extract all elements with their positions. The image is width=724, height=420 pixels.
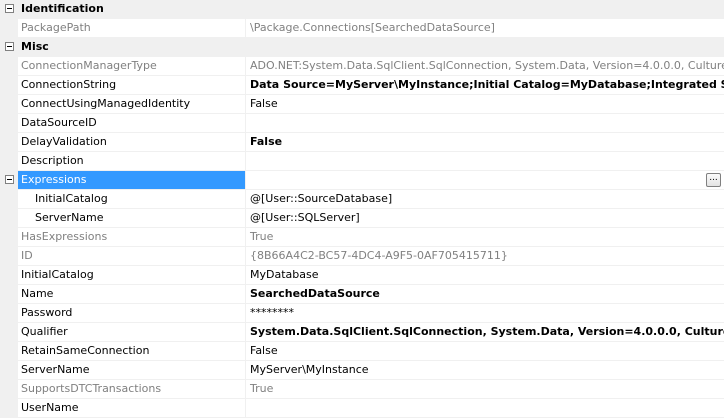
property-value[interactable]: True [246, 228, 724, 246]
property-row-id[interactable]: ID {8B66A4C2-BC57-4DC4-A9F5-0AF705415711… [0, 247, 724, 266]
property-name: UserName [18, 399, 246, 417]
property-value[interactable]: System.Data.SqlClient.SqlConnection, Sys… [246, 323, 724, 341]
property-value[interactable]: False [246, 95, 724, 113]
collapse-minus-icon[interactable] [5, 4, 14, 13]
property-value[interactable]: @[User::SQLServer] [246, 209, 724, 227]
property-name: ServerName [18, 209, 246, 227]
property-row-servername[interactable]: ServerName MyServer\MyInstance [0, 361, 724, 380]
property-row-supportsdtctransactions[interactable]: SupportsDTCTransactions True [0, 380, 724, 399]
collapse-minus-icon[interactable] [5, 175, 14, 184]
category-margin [0, 0, 18, 18]
property-row-expr-servername[interactable]: ServerName @[User::SQLServer] [0, 209, 724, 228]
category-label: Identification [21, 2, 104, 15]
category-label: Misc [21, 40, 49, 53]
property-name: ServerName [18, 361, 246, 379]
property-value[interactable]: SearchedDataSource [246, 285, 724, 303]
property-row-expressions[interactable]: Expressions ... [0, 171, 724, 190]
property-name: PackagePath [18, 19, 246, 37]
property-name: InitialCatalog [18, 190, 246, 208]
property-name: DelayValidation [18, 133, 246, 151]
property-value[interactable]: MyServer\MyInstance [246, 361, 724, 379]
property-value[interactable]: @[User::SourceDatabase] [246, 190, 724, 208]
property-name: InitialCatalog [18, 266, 246, 284]
property-name: SupportsDTCTransactions [18, 380, 246, 398]
property-value[interactable]: ADO.NET:System.Data.SqlClient.SqlConnect… [246, 57, 724, 75]
property-name: Description [18, 152, 246, 170]
property-value[interactable] [246, 114, 724, 132]
category-identification[interactable]: Identification [0, 0, 724, 19]
property-row-retainsameconnection[interactable]: RetainSameConnection False [0, 342, 724, 361]
property-row-packagepath[interactable]: PackagePath \Package.Connections[Searche… [0, 19, 724, 38]
property-name: Expressions [18, 171, 246, 189]
category-margin [0, 38, 18, 56]
property-value[interactable]: {8B66A4C2-BC57-4DC4-A9F5-0AF705415711} [246, 247, 724, 265]
property-row-expr-initialcatalog[interactable]: InitialCatalog @[User::SourceDatabase] [0, 190, 724, 209]
property-row-qualifier[interactable]: Qualifier System.Data.SqlClient.SqlConne… [0, 323, 724, 342]
property-row-initialcatalog[interactable]: InitialCatalog MyDatabase [0, 266, 724, 285]
property-row-password[interactable]: Password ******** [0, 304, 724, 323]
property-value[interactable]: Data Source=MyServer\MyInstance;Initial … [246, 76, 724, 94]
property-name: ID [18, 247, 246, 265]
property-name: ConnectionManagerType [18, 57, 246, 75]
property-value[interactable]: False [246, 342, 724, 360]
property-value[interactable]: True [246, 380, 724, 398]
property-row-datasourceid[interactable]: DataSourceID [0, 114, 724, 133]
category-misc[interactable]: Misc [0, 38, 724, 57]
property-name: Password [18, 304, 246, 322]
property-value[interactable] [246, 152, 724, 170]
property-value[interactable]: ... [246, 171, 724, 189]
property-name: Qualifier [18, 323, 246, 341]
property-row-connectionmanagertype[interactable]: ConnectionManagerType ADO.NET:System.Dat… [0, 57, 724, 76]
property-row-delayvalidation[interactable]: DelayValidation False [0, 133, 724, 152]
property-name: ConnectUsingManagedIdentity [18, 95, 246, 113]
property-value[interactable]: MyDatabase [246, 266, 724, 284]
property-name: DataSourceID [18, 114, 246, 132]
property-value[interactable]: ******** [246, 304, 724, 322]
property-name: Name [18, 285, 246, 303]
property-name: HasExpressions [18, 228, 246, 246]
property-row-name[interactable]: Name SearchedDataSource [0, 285, 724, 304]
property-grid: Identification PackagePath \Package.Conn… [0, 0, 724, 420]
property-name: ConnectionString [18, 76, 246, 94]
property-value[interactable]: \Package.Connections[SearchedDataSource] [246, 19, 724, 37]
property-row-connectusingmanagedidentity[interactable]: ConnectUsingManagedIdentity False [0, 95, 724, 114]
collapse-minus-icon[interactable] [5, 42, 14, 51]
property-value[interactable]: False [246, 133, 724, 151]
property-value[interactable] [246, 399, 724, 417]
property-row-connectionstring[interactable]: ConnectionString Data Source=MyServer\My… [0, 76, 724, 95]
property-row-username[interactable]: UserName [0, 399, 724, 418]
property-row-description[interactable]: Description [0, 152, 724, 171]
property-name: RetainSameConnection [18, 342, 246, 360]
property-row-hasexpressions[interactable]: HasExpressions True [0, 228, 724, 247]
ellipsis-button-icon[interactable]: ... [706, 173, 721, 187]
